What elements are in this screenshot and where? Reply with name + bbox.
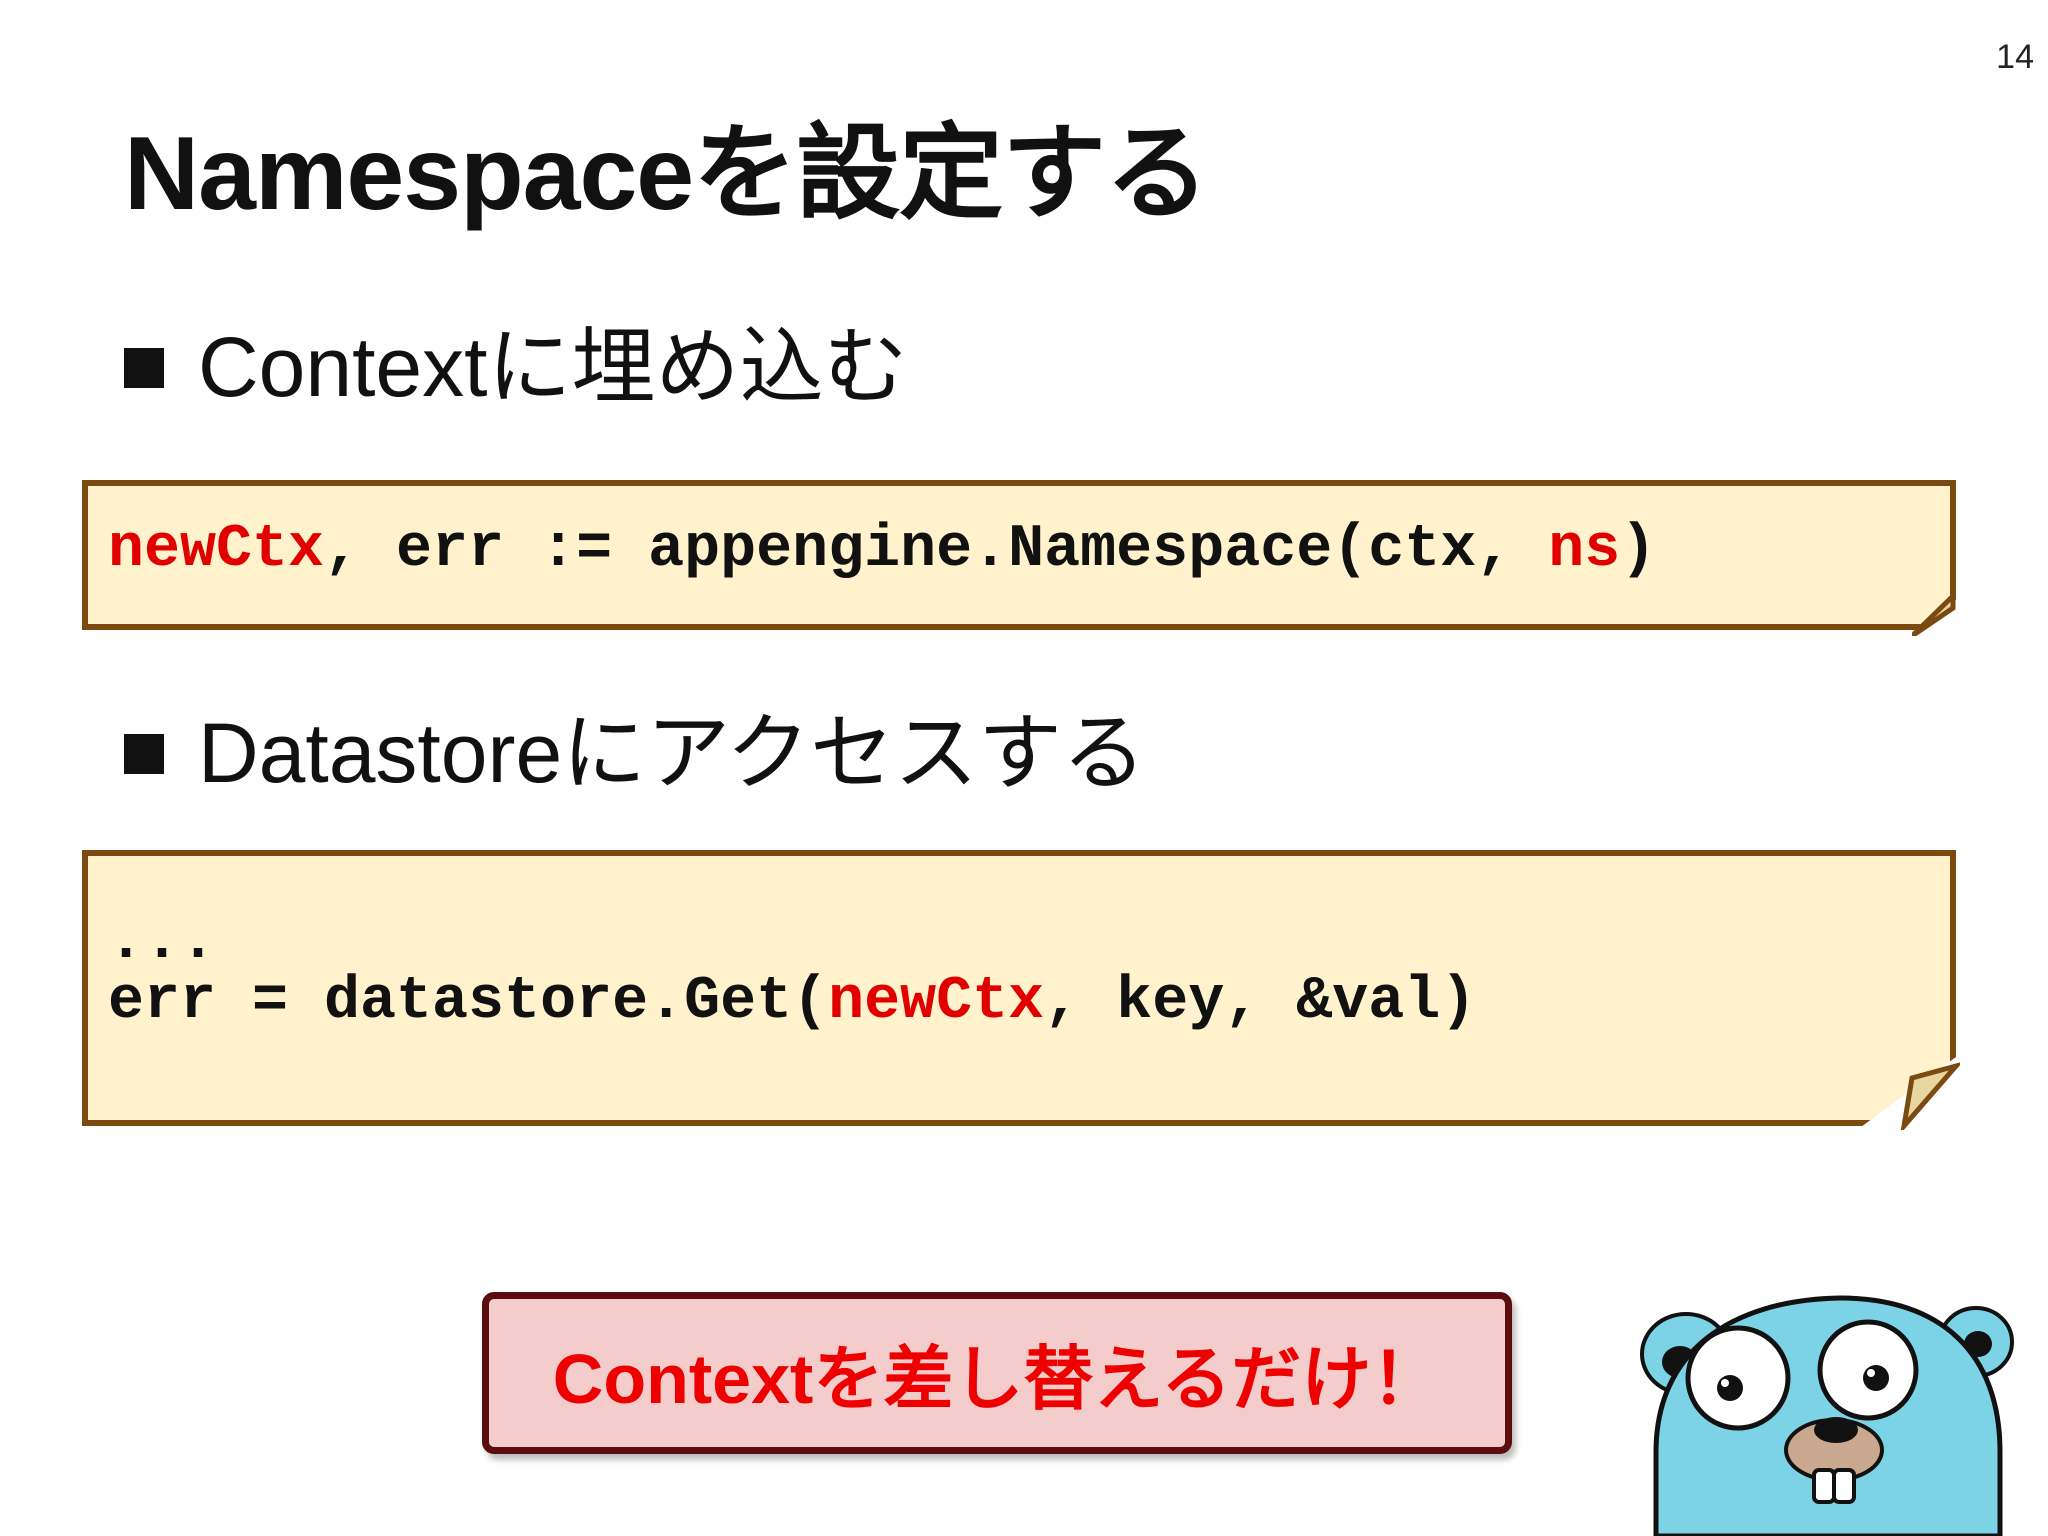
page-number: 14: [1996, 38, 2034, 76]
code-block-datastore: ... err = datastore.Get(newCtx, key, &va…: [82, 850, 1956, 1126]
square-bullet-icon: [124, 733, 164, 774]
code-token: err = datastore.Get(: [108, 968, 829, 1036]
page-fold-corner: [1900, 1062, 1960, 1130]
bullet-item-embed: Contextに埋め込む: [124, 300, 908, 421]
bullet-text: Datastoreにアクセスする: [198, 706, 1146, 800]
bullet-text: Contextに埋め込む: [198, 320, 908, 414]
code-line: err = datastore.Get(newCtx, key, &val): [108, 968, 1476, 1036]
bullet-item-datastore: Datastoreにアクセスする: [124, 686, 1146, 807]
code-token: , key, &val): [1044, 968, 1477, 1036]
go-gopher-icon: [1640, 1295, 2014, 1536]
callout-box: Contextを差し替えるだけ！: [482, 1292, 1512, 1454]
code-token-highlight: ns: [1548, 516, 1621, 584]
page-fold-corner: [1912, 596, 1956, 636]
slide-title: Namespaceを設定する: [124, 116, 1209, 232]
code-token-highlight: newCtx: [828, 968, 1045, 1036]
code-token: , err := appengine.Namespace(ctx,: [324, 516, 1549, 584]
code-token: ): [1620, 516, 1657, 584]
code-token-highlight: newCtx: [108, 516, 325, 584]
square-bullet-icon: [124, 347, 164, 388]
code-line: newCtx, err := appengine.Namespace(ctx, …: [108, 516, 1656, 584]
code-line: ...: [108, 908, 217, 976]
code-block-namespace: newCtx, err := appengine.Namespace(ctx, …: [82, 480, 1956, 630]
